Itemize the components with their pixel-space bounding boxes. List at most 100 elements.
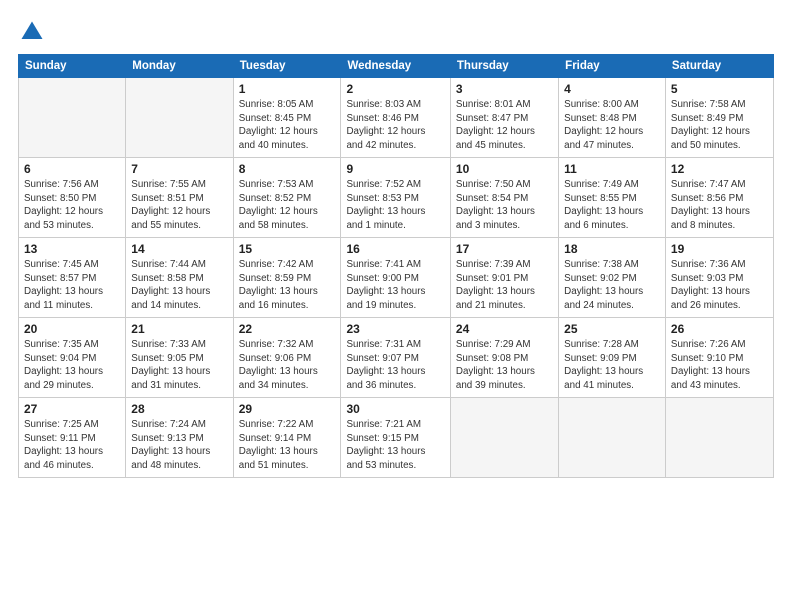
- cal-cell: 26 Sunrise: 7:26 AM Sunset: 9:10 PM Dayli…: [665, 318, 773, 398]
- week-row-1: 1Sunrise: 8:05 AM Sunset: 8:45 PM Daylig…: [19, 78, 774, 158]
- day-number: 17: [456, 242, 553, 256]
- week-row-4: 20 Sunrise: 7:35 AM Sunset: 9:04 PM Dayli…: [19, 318, 774, 398]
- day-number: 4: [564, 82, 660, 96]
- weekday-header-thursday: Thursday: [450, 55, 558, 78]
- day-detail: Sunrise: 7:44 AM Sunset: 8:58 PM Dayligh…: [131, 258, 227, 313]
- cal-cell: 29 Sunrise: 7:22 AM Sunset: 9:14 PM Dayli…: [233, 398, 341, 478]
- cal-cell: 7Sunrise: 7:55 AM Sunset: 8:51 PM Daylig…: [126, 158, 233, 238]
- day-number: 8: [239, 162, 336, 176]
- day-detail: Sunrise: 7:38 AM Sunset: 9:02 PM Dayligh…: [564, 258, 660, 313]
- day-detail: Sunrise: 7:58 AM Sunset: 8:49 PM Dayligh…: [671, 98, 768, 153]
- page: SundayMondayTuesdayWednesdayThursdayFrid…: [0, 0, 792, 612]
- cal-cell: 17 Sunrise: 7:39 AM Sunset: 9:01 PM Dayli…: [450, 238, 558, 318]
- day-detail: Sunrise: 7:41 AM Sunset: 9:00 PM Dayligh…: [346, 258, 444, 313]
- day-detail: Sunrise: 7:52 AM Sunset: 8:53 PM Dayligh…: [346, 178, 444, 233]
- day-number: 12: [671, 162, 768, 176]
- cal-cell: 10Sunrise: 7:50 AM Sunset: 8:54 PM Dayli…: [450, 158, 558, 238]
- day-number: 11: [564, 162, 660, 176]
- logo: [18, 18, 50, 46]
- day-number: 30: [346, 402, 444, 416]
- day-detail: Sunrise: 8:00 AM Sunset: 8:48 PM Dayligh…: [564, 98, 660, 153]
- cal-cell: 12Sunrise: 7:47 AM Sunset: 8:56 PM Dayli…: [665, 158, 773, 238]
- day-number: 25: [564, 322, 660, 336]
- day-number: 18: [564, 242, 660, 256]
- weekday-header-wednesday: Wednesday: [341, 55, 450, 78]
- day-number: 9: [346, 162, 444, 176]
- day-detail: Sunrise: 8:03 AM Sunset: 8:46 PM Dayligh…: [346, 98, 444, 153]
- cal-cell: 8Sunrise: 7:53 AM Sunset: 8:52 PM Daylig…: [233, 158, 341, 238]
- cal-cell: 13Sunrise: 7:45 AM Sunset: 8:57 PM Dayli…: [19, 238, 126, 318]
- day-number: 7: [131, 162, 227, 176]
- cal-cell: 9 Sunrise: 7:52 AM Sunset: 8:53 PM Daylig…: [341, 158, 450, 238]
- day-detail: Sunrise: 7:24 AM Sunset: 9:13 PM Dayligh…: [131, 418, 227, 473]
- cal-cell: 25 Sunrise: 7:28 AM Sunset: 9:09 PM Dayli…: [559, 318, 666, 398]
- day-detail: Sunrise: 7:36 AM Sunset: 9:03 PM Dayligh…: [671, 258, 768, 313]
- day-number: 24: [456, 322, 553, 336]
- day-number: 13: [24, 242, 120, 256]
- cal-cell: [19, 78, 126, 158]
- day-detail: Sunrise: 7:28 AM Sunset: 9:09 PM Dayligh…: [564, 338, 660, 393]
- day-number: 6: [24, 162, 120, 176]
- cal-cell: 16 Sunrise: 7:41 AM Sunset: 9:00 PM Dayli…: [341, 238, 450, 318]
- cal-cell: 3 Sunrise: 8:01 AM Sunset: 8:47 PM Daylig…: [450, 78, 558, 158]
- day-number: 23: [346, 322, 444, 336]
- day-number: 16: [346, 242, 444, 256]
- weekday-header-tuesday: Tuesday: [233, 55, 341, 78]
- day-detail: Sunrise: 7:31 AM Sunset: 9:07 PM Dayligh…: [346, 338, 444, 393]
- day-detail: Sunrise: 7:21 AM Sunset: 9:15 PM Dayligh…: [346, 418, 444, 473]
- cal-cell: 11Sunrise: 7:49 AM Sunset: 8:55 PM Dayli…: [559, 158, 666, 238]
- cal-cell: 30 Sunrise: 7:21 AM Sunset: 9:15 PM Dayli…: [341, 398, 450, 478]
- cal-cell: 15 Sunrise: 7:42 AM Sunset: 8:59 PM Dayli…: [233, 238, 341, 318]
- day-detail: Sunrise: 7:32 AM Sunset: 9:06 PM Dayligh…: [239, 338, 336, 393]
- day-number: 28: [131, 402, 227, 416]
- day-detail: Sunrise: 7:26 AM Sunset: 9:10 PM Dayligh…: [671, 338, 768, 393]
- cal-cell: 27 Sunrise: 7:25 AM Sunset: 9:11 PM Dayli…: [19, 398, 126, 478]
- weekday-header-monday: Monday: [126, 55, 233, 78]
- cal-cell: 28 Sunrise: 7:24 AM Sunset: 9:13 PM Dayli…: [126, 398, 233, 478]
- cal-cell: 18 Sunrise: 7:38 AM Sunset: 9:02 PM Dayli…: [559, 238, 666, 318]
- week-row-3: 13Sunrise: 7:45 AM Sunset: 8:57 PM Dayli…: [19, 238, 774, 318]
- cal-cell: [126, 78, 233, 158]
- cal-cell: 21 Sunrise: 7:33 AM Sunset: 9:05 PM Dayli…: [126, 318, 233, 398]
- day-detail: Sunrise: 8:01 AM Sunset: 8:47 PM Dayligh…: [456, 98, 553, 153]
- day-number: 26: [671, 322, 768, 336]
- day-detail: Sunrise: 7:35 AM Sunset: 9:04 PM Dayligh…: [24, 338, 120, 393]
- header: [18, 18, 774, 46]
- cal-cell: [559, 398, 666, 478]
- day-number: 29: [239, 402, 336, 416]
- weekday-header-sunday: Sunday: [19, 55, 126, 78]
- day-number: 15: [239, 242, 336, 256]
- day-detail: Sunrise: 8:05 AM Sunset: 8:45 PM Dayligh…: [239, 98, 336, 153]
- weekday-header-friday: Friday: [559, 55, 666, 78]
- cal-cell: 19 Sunrise: 7:36 AM Sunset: 9:03 PM Dayli…: [665, 238, 773, 318]
- day-number: 19: [671, 242, 768, 256]
- cal-cell: 2 Sunrise: 8:03 AM Sunset: 8:46 PM Daylig…: [341, 78, 450, 158]
- cal-cell: 20 Sunrise: 7:35 AM Sunset: 9:04 PM Dayli…: [19, 318, 126, 398]
- weekday-header-saturday: Saturday: [665, 55, 773, 78]
- day-number: 21: [131, 322, 227, 336]
- cal-cell: 23 Sunrise: 7:31 AM Sunset: 9:07 PM Dayli…: [341, 318, 450, 398]
- cal-cell: 14 Sunrise: 7:44 AM Sunset: 8:58 PM Dayli…: [126, 238, 233, 318]
- day-number: 3: [456, 82, 553, 96]
- day-number: 10: [456, 162, 553, 176]
- cal-cell: [450, 398, 558, 478]
- day-number: 27: [24, 402, 120, 416]
- day-number: 2: [346, 82, 444, 96]
- day-detail: Sunrise: 7:22 AM Sunset: 9:14 PM Dayligh…: [239, 418, 336, 473]
- cal-cell: [665, 398, 773, 478]
- day-detail: Sunrise: 7:33 AM Sunset: 9:05 PM Dayligh…: [131, 338, 227, 393]
- day-detail: Sunrise: 7:56 AM Sunset: 8:50 PM Dayligh…: [24, 178, 120, 233]
- week-row-5: 27 Sunrise: 7:25 AM Sunset: 9:11 PM Dayli…: [19, 398, 774, 478]
- day-number: 22: [239, 322, 336, 336]
- day-number: 20: [24, 322, 120, 336]
- day-detail: Sunrise: 7:39 AM Sunset: 9:01 PM Dayligh…: [456, 258, 553, 313]
- cal-cell: 22 Sunrise: 7:32 AM Sunset: 9:06 PM Dayli…: [233, 318, 341, 398]
- cal-cell: 5 Sunrise: 7:58 AM Sunset: 8:49 PM Daylig…: [665, 78, 773, 158]
- week-row-2: 6 Sunrise: 7:56 AM Sunset: 8:50 PM Daylig…: [19, 158, 774, 238]
- day-detail: Sunrise: 7:42 AM Sunset: 8:59 PM Dayligh…: [239, 258, 336, 313]
- day-number: 5: [671, 82, 768, 96]
- day-detail: Sunrise: 7:25 AM Sunset: 9:11 PM Dayligh…: [24, 418, 120, 473]
- calendar-table: SundayMondayTuesdayWednesdayThursdayFrid…: [18, 54, 774, 478]
- cal-cell: 24Sunrise: 7:29 AM Sunset: 9:08 PM Dayli…: [450, 318, 558, 398]
- day-number: 14: [131, 242, 227, 256]
